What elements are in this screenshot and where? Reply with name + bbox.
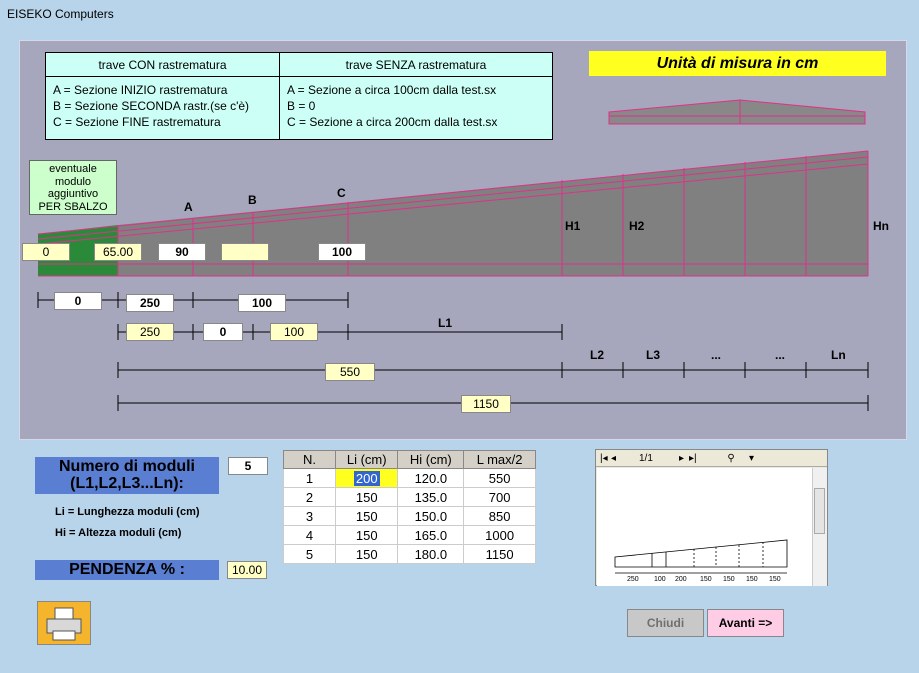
sbalzo-note: eventuale modulo aggiuntivo PER SBALZO: [29, 160, 117, 215]
pendenza-value: 10.00: [227, 561, 267, 579]
table-row: 1 200 120.0 550: [283, 468, 536, 488]
label-l3: L3: [646, 348, 661, 362]
dim2-a-value: 250: [126, 323, 174, 341]
sbalzo-line: eventuale: [49, 163, 97, 175]
print-button[interactable]: [37, 601, 91, 645]
label-h1: H1: [565, 219, 581, 233]
chiudi-button[interactable]: Chiudi: [627, 609, 704, 637]
cell: 4: [283, 525, 336, 545]
preview-tick: 150: [700, 576, 712, 583]
dim2-b-input[interactable]: 0: [203, 323, 243, 341]
num-moduli-line: (L1,L2,L3...Ln):: [70, 475, 184, 492]
label-ln: Ln: [831, 348, 846, 362]
table-row: 3 150 150.0 850: [283, 506, 536, 526]
col-header: Hi (cm): [397, 450, 465, 469]
col-header: N.: [283, 450, 336, 469]
cell-li-selected[interactable]: 200: [334, 468, 399, 488]
cell-li[interactable]: 150: [334, 487, 399, 507]
col-header: L max/2: [463, 450, 536, 469]
preview-tick: 150: [723, 576, 735, 583]
cell: 135.0: [397, 487, 465, 507]
cell-li[interactable]: 150: [334, 525, 399, 545]
cell: 550: [463, 468, 536, 488]
cell: 150.0: [397, 506, 465, 526]
preview-drawing: 250 100 200 150 150 150 150: [614, 539, 788, 583]
last-page-icon[interactable]: ▸|: [689, 453, 703, 464]
preview-page: 250 100 200 150 150 150 150: [597, 468, 812, 586]
note-hi: Hi = Altezza moduli (cm): [55, 527, 182, 539]
cell: 180.0: [397, 544, 465, 564]
cell: 1: [283, 468, 336, 488]
cell: 120.0: [397, 468, 465, 488]
page-indicator: 1/1: [639, 452, 653, 464]
cell: 3: [283, 506, 336, 526]
height-a-input[interactable]: 90: [158, 243, 206, 261]
cell: 5: [283, 544, 336, 564]
table-row: 4 150 165.0 1000: [283, 525, 536, 545]
beam-drawing: [37, 150, 869, 411]
note-li: Li = Lunghezza moduli (cm): [55, 506, 200, 518]
dim-a-input[interactable]: 250: [126, 294, 174, 312]
preview-tick: 150: [769, 576, 781, 583]
col-header: Li (cm): [334, 450, 399, 469]
report-preview: |◂ ◂ 1/1 ▸ ▸| ⚲ ▾ 250 100 200 150 150 15…: [595, 449, 828, 586]
preview-toolbar: |◂ ◂ 1/1 ▸ ▸| ⚲ ▾: [596, 450, 827, 467]
preview-scrollbar[interactable]: [812, 468, 827, 586]
table-row: 5 150 180.0 1150: [283, 544, 536, 564]
printer-icon: [46, 607, 82, 641]
preview-tick: 250: [627, 576, 639, 583]
num-moduli-label: Numero di moduli (L1,L2,L3...Ln):: [35, 457, 219, 494]
label-c: C: [337, 186, 346, 200]
cell: 700: [463, 487, 536, 507]
cell: 165.0: [397, 525, 465, 545]
preview-tick: 100: [654, 576, 666, 583]
next-page-icon[interactable]: ▸: [679, 453, 689, 464]
label-l1: L1: [438, 316, 453, 330]
table-row: 2 150 135.0 700: [283, 487, 536, 507]
label-l2: L2: [590, 348, 605, 362]
total-1150-value: 1150: [461, 395, 511, 413]
cell: 2: [283, 487, 336, 507]
preview-tick: 150: [746, 576, 758, 583]
sbalzo-line: PER SBALZO: [38, 200, 108, 213]
zoom-dropdown-icon[interactable]: ▾: [749, 453, 761, 464]
total-550-value: 550: [325, 363, 375, 381]
label-h2: H2: [629, 219, 645, 233]
sbalzo-line: aggiuntivo: [47, 188, 99, 200]
height-c-input[interactable]: 100: [318, 243, 366, 261]
dim-sbalzo-input[interactable]: 0: [54, 292, 102, 310]
prev-page-icon[interactable]: ◂: [611, 453, 625, 464]
zoom-icon[interactable]: ⚲: [713, 453, 749, 464]
preview-tick: 200: [675, 576, 687, 583]
cell-li-value: 200: [353, 470, 380, 486]
start-height-input[interactable]: 65.00: [94, 243, 142, 261]
sbalzo-line: modulo: [54, 175, 92, 188]
sbalzo-height-input[interactable]: 0: [22, 243, 70, 261]
dim2-c-value: 100: [270, 323, 318, 341]
cell-li[interactable]: 150: [334, 506, 399, 526]
cell-li[interactable]: 150: [334, 544, 399, 564]
dim-bc-input[interactable]: 100: [238, 294, 286, 312]
label-a: A: [184, 200, 193, 214]
height-b-input[interactable]: [221, 243, 269, 261]
moduli-table: N. Li (cm) Hi (cm) L max/2 1 200 120.0 5…: [283, 450, 536, 564]
cell: 850: [463, 506, 536, 526]
num-moduli-input[interactable]: 5: [228, 457, 268, 475]
label-dots-2: ...: [775, 348, 786, 362]
num-moduli-line: Numero di moduli: [59, 458, 195, 475]
cell: 1150: [463, 544, 536, 564]
pendenza-label: PENDENZA % :: [35, 560, 219, 580]
avanti-button[interactable]: Avanti =>: [707, 609, 784, 637]
first-page-icon[interactable]: |◂: [600, 453, 609, 464]
label-dots-1: ...: [711, 348, 722, 362]
scroll-thumb[interactable]: [814, 488, 825, 534]
cell: 1000: [463, 525, 536, 545]
label-b: B: [248, 193, 257, 207]
label-hn: Hn: [873, 219, 889, 233]
